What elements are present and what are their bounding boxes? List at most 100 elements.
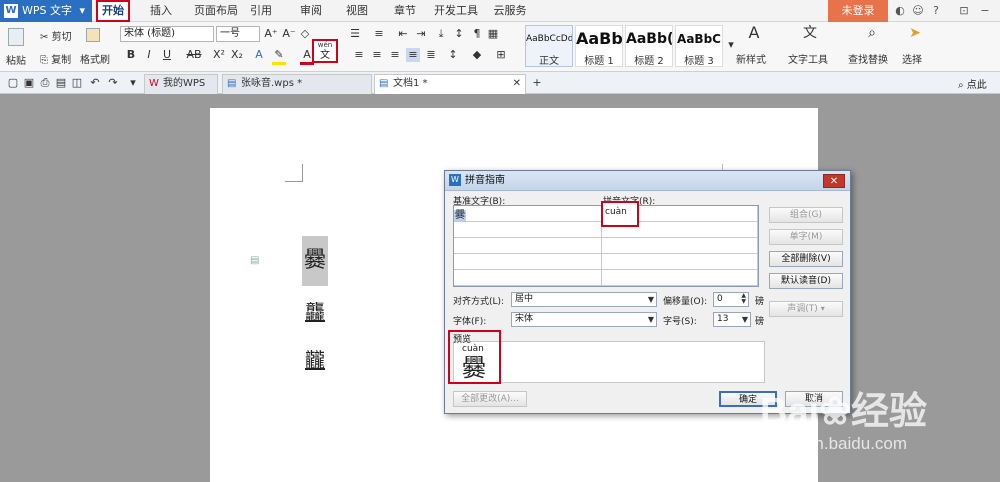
distribute-icon[interactable]: ≣: [424, 48, 438, 62]
close-icon[interactable]: ✕: [823, 174, 845, 188]
ruby-value-field[interactable]: cuàn: [601, 201, 639, 227]
font-name-combo[interactable]: 宋体 (标题): [120, 26, 214, 42]
minimize-icon[interactable]: −: [978, 4, 992, 18]
sort-icon[interactable]: ↕: [452, 27, 466, 41]
subscript-icon[interactable]: X₂: [230, 48, 244, 62]
pinyin-glyph: wén: [317, 41, 333, 49]
restore-icon[interactable]: ⊡: [957, 4, 971, 18]
text-direction-icon[interactable]: ⤓: [434, 27, 448, 41]
login-button[interactable]: 未登录: [828, 0, 888, 22]
tab-review[interactable]: 审阅: [296, 0, 326, 22]
document-char[interactable]: 龖: [302, 344, 328, 373]
copy-button[interactable]: ⎘ 复制: [40, 51, 71, 66]
style-normal[interactable]: AaBbCcDd 正文: [525, 25, 573, 67]
paste-button[interactable]: 粘贴: [6, 52, 26, 67]
help-icon[interactable]: ?: [929, 4, 943, 18]
tone-button[interactable]: 声调(T) ▾: [769, 301, 843, 317]
save-icon[interactable]: ▣: [22, 76, 36, 90]
align-right-icon[interactable]: ≡: [388, 48, 402, 62]
user-icon[interactable]: ☺: [911, 4, 925, 18]
base-text-cell[interactable]: [454, 254, 602, 270]
doc-tab-zhang[interactable]: ▤ 张咏音.wps *: [222, 74, 372, 94]
underline-icon[interactable]: U: [160, 48, 174, 62]
show-marks-icon[interactable]: ¶: [470, 27, 484, 41]
style-heading-1[interactable]: AaBb 标题 1: [575, 25, 623, 67]
font-select[interactable]: 宋体 ▼: [511, 312, 657, 327]
base-text-cell[interactable]: [454, 238, 602, 254]
document-char[interactable]: 龘: [302, 296, 328, 325]
base-text-cell[interactable]: 爨: [454, 206, 602, 222]
default-reading-button[interactable]: 默认读音(D): [769, 273, 843, 289]
brush-icon[interactable]: [86, 28, 100, 42]
align-select[interactable]: 居中 ▼: [511, 292, 657, 307]
new-doc-icon[interactable]: ▢: [6, 76, 20, 90]
align-center-icon[interactable]: ≡: [370, 48, 384, 62]
increase-indent-icon[interactable]: ⇥: [414, 27, 428, 41]
superscript-icon[interactable]: X²: [212, 48, 226, 62]
numbering-icon[interactable]: ≡: [372, 27, 386, 41]
tab-chapter[interactable]: 章节: [390, 0, 420, 22]
tab-page-layout[interactable]: 页面布局: [188, 0, 244, 22]
customize-icon[interactable]: ▾: [126, 76, 140, 90]
redo-icon[interactable]: ↷: [106, 76, 120, 90]
align-left-icon[interactable]: ≡: [352, 48, 366, 62]
single-char-button[interactable]: 单字(M): [769, 229, 843, 245]
base-text-cell[interactable]: [454, 270, 602, 286]
size-select[interactable]: 13 ▼: [713, 312, 751, 327]
table-icon[interactable]: ▦: [486, 27, 500, 41]
cut-button[interactable]: ✂ 剪切: [40, 28, 72, 43]
change-all-button[interactable]: 全部更改(A)...: [453, 391, 527, 407]
add-tab-icon[interactable]: +: [530, 76, 544, 90]
export-icon[interactable]: ⎙: [38, 76, 52, 90]
ruby-text-cell[interactable]: [602, 270, 758, 286]
tab-references[interactable]: 引用: [246, 0, 276, 22]
styles-more-icon[interactable]: ▾: [724, 38, 738, 52]
document-char[interactable]: 爨: [302, 236, 328, 286]
font-size-combo[interactable]: 一号: [216, 26, 260, 42]
style-heading-2[interactable]: AaBb( 标题 2: [625, 25, 673, 67]
paste-icon[interactable]: [8, 28, 24, 46]
italic-icon[interactable]: I: [142, 48, 156, 62]
tab-developer[interactable]: 开发工具: [434, 0, 478, 22]
new-style-button[interactable]: 新样式: [736, 51, 766, 66]
undo-icon[interactable]: ↶: [88, 76, 102, 90]
app-menu-button[interactable]: W WPS 文字 ▾: [0, 0, 92, 22]
style-heading-3[interactable]: AaBbC 标题 3: [675, 25, 723, 67]
border-icon[interactable]: ⊞: [494, 48, 508, 62]
tab-insert[interactable]: 插入: [146, 0, 176, 22]
line-spacing-icon[interactable]: ↕: [446, 48, 460, 62]
dialog-title-bar[interactable]: W 拼音指南: [445, 171, 850, 191]
ruby-text-cell[interactable]: [602, 254, 758, 270]
bold-icon[interactable]: B: [124, 48, 138, 62]
doc-tab-doc1[interactable]: ▤ 文档1 * ✕: [374, 74, 526, 94]
text-tools-button[interactable]: 文字工具: [788, 51, 828, 66]
pinyin-guide-button[interactable]: wén 文: [312, 39, 338, 63]
shading-icon[interactable]: ◆: [470, 48, 484, 62]
corner-link[interactable]: ⌕ 点此: [958, 76, 987, 91]
shrink-font-icon[interactable]: A⁻: [282, 27, 296, 41]
align-justify-icon[interactable]: ≡: [406, 48, 420, 62]
print-icon[interactable]: ▤: [54, 76, 68, 90]
tab-view[interactable]: 视图: [342, 0, 372, 22]
doc-tab-my-wps[interactable]: W 我的WPS: [144, 74, 218, 94]
preview-icon[interactable]: ◫: [70, 76, 84, 90]
offset-stepper[interactable]: 0 ▲ ▼: [713, 292, 749, 307]
tab-cloud[interactable]: 云服务: [490, 0, 530, 22]
strikethrough-icon[interactable]: AB: [184, 48, 204, 62]
close-tab-icon[interactable]: ✕: [513, 75, 521, 93]
bullets-icon[interactable]: ☰: [348, 27, 362, 41]
decrease-indent-icon[interactable]: ⇤: [396, 27, 410, 41]
find-replace-button[interactable]: 查找替换: [848, 51, 888, 66]
format-painter-button[interactable]: 格式刷: [80, 51, 110, 66]
select-button[interactable]: 选择: [902, 51, 922, 66]
group-button[interactable]: 组合(G): [769, 207, 843, 223]
text-effect-icon[interactable]: A: [252, 48, 266, 62]
skin-icon[interactable]: ◐: [893, 4, 907, 18]
tab-start[interactable]: 开始: [96, 0, 130, 22]
clear-format-icon[interactable]: ◇: [298, 27, 312, 41]
delete-all-button[interactable]: 全部删除(V): [769, 251, 843, 267]
grow-font-icon[interactable]: A⁺: [264, 27, 278, 41]
highlight-icon[interactable]: ✎: [272, 48, 286, 65]
base-text-cell[interactable]: [454, 222, 602, 238]
ruby-text-cell[interactable]: [602, 238, 758, 254]
